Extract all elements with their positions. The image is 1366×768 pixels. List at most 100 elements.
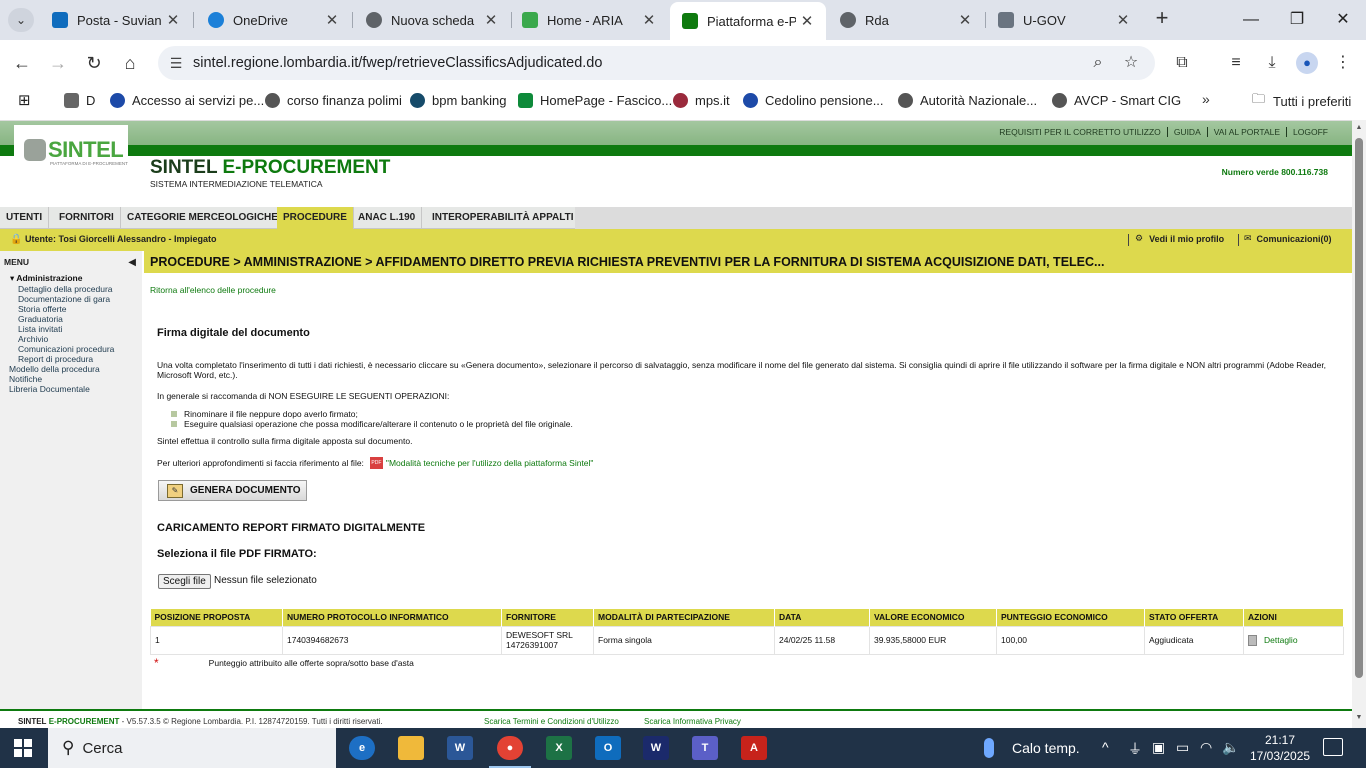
close-icon[interactable]: ✕ [796, 12, 818, 30]
profile-link[interactable]: ⚙ Vedi il mio profilo [1135, 233, 1224, 244]
menu-item[interactable]: Report di procedura [18, 354, 93, 364]
nav-anac[interactable]: ANAC L.190 [352, 207, 423, 229]
windows-start-icon[interactable] [14, 739, 32, 757]
tab-onedrive[interactable]: OneDrive ✕ [196, 0, 351, 40]
bookmark-item[interactable]: corso finanza polimi [265, 90, 402, 110]
outlook-icon[interactable]: O [595, 736, 621, 760]
window-close-icon[interactable]: ✕ [1328, 6, 1358, 34]
apps-grid-icon[interactable]: ⊞ [18, 90, 31, 110]
scrollbar-thumb[interactable] [1355, 138, 1363, 678]
file-explorer-icon[interactable] [398, 736, 424, 760]
taskbar-search[interactable]: ⚲ Cerca [48, 728, 336, 768]
nav-fornitori[interactable]: FORNITORI [53, 207, 121, 229]
tab-ugov[interactable]: U-GOV ✕ [986, 0, 1142, 40]
bookmark-item[interactable]: AVCP - Smart CIG [1052, 90, 1181, 110]
reload-icon[interactable]: ↻ [81, 50, 107, 76]
close-icon[interactable]: ✕ [480, 11, 502, 29]
sintel-logo[interactable]: SINTEL PIATTAFORMA DI E-PROCUREMENT [14, 125, 128, 181]
menu-item[interactable]: Storia offerte [18, 304, 67, 314]
tab-rda[interactable]: Rda ✕ [828, 0, 984, 40]
menu-item[interactable]: Documentazione di gara [18, 294, 110, 304]
close-icon[interactable]: ✕ [321, 11, 343, 29]
webex-icon[interactable]: W [643, 736, 669, 760]
genera-documento-button[interactable]: ✎ GENERA DOCUMENTO [158, 480, 307, 501]
tab-posta[interactable]: Posta - Suviana / ✕ [40, 0, 192, 40]
weather-widget[interactable]: Calo temp. [984, 738, 1080, 758]
bookmark-item[interactable]: Cedolino pensione... [743, 90, 884, 110]
extensions-icon[interactable]: ⧉ [1170, 51, 1194, 75]
collapse-triangle-icon[interactable]: ◀ [128, 257, 136, 268]
close-icon[interactable]: ✕ [954, 11, 976, 29]
menu-item[interactable]: Dettaglio della procedura [18, 284, 113, 294]
nav-procedure[interactable]: PROCEDURE [277, 207, 354, 229]
tab-nuova-scheda[interactable]: Nuova scheda ✕ [354, 0, 510, 40]
tab-piattaforma[interactable]: Piattaforma e-Pr ✕ [670, 2, 826, 40]
menu-item[interactable]: Lista invitati [18, 324, 62, 334]
chevron-up-icon[interactable]: ^ [1102, 739, 1109, 755]
bookmark-item[interactable]: Accesso ai servizi pe... [110, 90, 264, 110]
nav-categorie[interactable]: CATEGORIE MERCEOLOGICHE [121, 207, 285, 229]
menu-item[interactable]: Libreria Documentale [9, 384, 90, 394]
excel-icon[interactable]: X [546, 736, 572, 760]
all-bookmarks-folder[interactable]: 🗀 Tutti i preferiti [1252, 90, 1351, 112]
teams-icon[interactable]: T [692, 736, 718, 760]
site-info-icon[interactable]: ☰ [164, 51, 188, 75]
bookmark-item[interactable]: D [64, 90, 95, 110]
menu-item[interactable]: Notifiche [9, 374, 42, 384]
wifi-icon[interactable]: ◠ [1200, 739, 1212, 756]
display-icon[interactable]: ▣ [1152, 739, 1165, 756]
minimize-icon[interactable]: — [1236, 6, 1266, 34]
tab-home-aria[interactable]: Home - ARIA ✕ [510, 0, 668, 40]
choose-file-button[interactable]: Scegli file [158, 574, 211, 589]
scroll-down-icon[interactable]: ▼ [1355, 714, 1363, 721]
tab-search-chevron-icon[interactable]: ⌄ [8, 8, 34, 32]
chevron-right-icon[interactable]: » [1202, 91, 1210, 107]
menu-kebab-icon[interactable]: ⋮ [1331, 51, 1355, 75]
logoff-link[interactable]: LOGOFF [1287, 127, 1334, 137]
guida-link[interactable]: GUIDA [1168, 127, 1208, 137]
url-text[interactable]: sintel.regione.lombardia.it/fwep/retriev… [193, 46, 602, 80]
back-to-list-link[interactable]: Ritorna all'elenco delle procedure [150, 285, 276, 295]
edge-icon[interactable]: e [349, 736, 375, 760]
comunicazioni-link[interactable]: ✉ Comunicazioni(0) [1244, 233, 1332, 244]
zoom-icon[interactable]: ⌕ [1086, 51, 1110, 75]
nav-interoperabilita[interactable]: INTEROPERABILITÀ APPALTI [426, 207, 581, 229]
close-icon[interactable]: ✕ [638, 11, 660, 29]
home-icon[interactable]: ⌂ [117, 50, 143, 76]
media-control-icon[interactable]: ≡ [1224, 51, 1248, 75]
requisiti-link[interactable]: REQUISITI PER IL CORRETTO UTILIZZO [993, 127, 1168, 137]
bookmark-item[interactable]: bpm banking [410, 90, 506, 110]
menu-item[interactable]: Comunicazioni procedura [18, 344, 114, 354]
footer-terms-link[interactable]: Scarica Termini e Condizioni d'Utilizzo [484, 717, 619, 726]
word-icon[interactable]: W [447, 736, 473, 760]
nav-utenti[interactable]: UTENTI [0, 207, 50, 229]
footer-privacy-link[interactable]: Scarica Informativa Privacy [644, 717, 741, 726]
notifications-icon[interactable] [1323, 738, 1343, 756]
bookmark-item[interactable]: Autorità Nazionale... [898, 90, 1037, 110]
close-icon[interactable]: ✕ [162, 11, 184, 29]
back-arrow-icon[interactable]: ← [9, 50, 35, 76]
menu-item[interactable]: Modello della procedura [9, 364, 100, 374]
menu-group-administrazione[interactable]: ▾ Administrazione [10, 273, 82, 284]
new-tab-plus-icon[interactable]: + [1150, 7, 1174, 31]
bookmark-item[interactable]: HomePage - Fascico... [518, 90, 672, 110]
address-bar[interactable]: ☰ sintel.regione.lombardia.it/fwep/retri… [158, 46, 1155, 80]
clock[interactable]: 21:17 17/03/2025 [1250, 732, 1310, 764]
manual-link[interactable]: "Modalità tecniche per l'utilizzo della … [386, 458, 594, 468]
chrome-icon[interactable]: ● [489, 736, 531, 768]
bookmark-star-icon[interactable]: ☆ [1119, 51, 1143, 75]
usb-icon[interactable]: ⏚ [1128, 739, 1142, 759]
portale-link[interactable]: VAI AL PORTALE [1208, 127, 1288, 137]
battery-icon[interactable]: ▭ [1176, 739, 1189, 756]
restore-icon[interactable]: ❐ [1282, 6, 1312, 34]
volume-icon[interactable]: 🔈 [1222, 739, 1239, 756]
profile-avatar[interactable]: ● [1296, 52, 1318, 74]
vertical-scrollbar[interactable]: ▲ ▼ [1352, 120, 1366, 728]
acrobat-icon[interactable]: A [741, 736, 767, 760]
menu-item[interactable]: Archivio [18, 334, 48, 344]
scroll-up-icon[interactable]: ▲ [1355, 124, 1363, 131]
menu-item[interactable]: Graduatoria [18, 314, 63, 324]
forward-arrow-icon[interactable]: → [45, 50, 71, 76]
close-icon[interactable]: ✕ [1112, 11, 1134, 29]
download-icon[interactable]: ⤓ [1260, 51, 1284, 75]
